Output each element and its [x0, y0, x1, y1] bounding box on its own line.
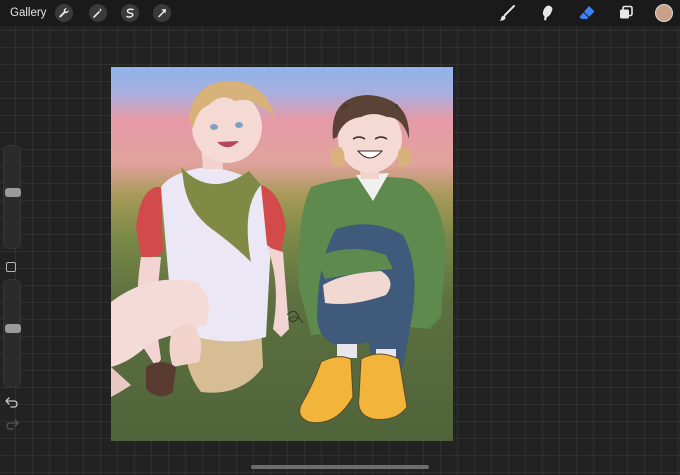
- eraser-icon: [579, 6, 595, 19]
- adjustments-button[interactable]: [89, 4, 107, 22]
- smudge-tool-button[interactable]: [536, 2, 558, 24]
- opacity-thumb[interactable]: [5, 324, 21, 333]
- redo-icon[interactable]: [4, 417, 20, 431]
- top-toolbar: Gallery: [0, 0, 680, 26]
- eraser-tool-button[interactable]: [576, 2, 598, 24]
- current-color-swatch[interactable]: [655, 4, 673, 22]
- smudge-icon: [542, 5, 553, 21]
- arrow-cursor-icon: [158, 9, 166, 18]
- modify-button[interactable]: [6, 262, 16, 272]
- artwork-canvas[interactable]: [111, 67, 453, 441]
- actions-button[interactable]: [55, 4, 73, 22]
- selection-button[interactable]: [121, 4, 139, 22]
- gallery-button[interactable]: Gallery: [10, 4, 46, 22]
- left-sidebar: [2, 145, 22, 435]
- selection-s-icon: [126, 8, 134, 18]
- brush-size-slider[interactable]: [3, 145, 21, 249]
- transform-button[interactable]: [153, 4, 171, 22]
- layers-icon: [620, 5, 633, 19]
- brush-size-thumb[interactable]: [5, 188, 21, 197]
- opacity-slider[interactable]: [3, 279, 21, 387]
- brush-tool-button[interactable]: [496, 2, 518, 24]
- home-indicator[interactable]: [251, 465, 429, 469]
- brush-icon: [499, 5, 515, 21]
- undo-icon[interactable]: [4, 395, 20, 409]
- layers-button[interactable]: [615, 2, 637, 24]
- wrench-icon: [59, 8, 69, 18]
- magic-wand-icon: [93, 8, 103, 18]
